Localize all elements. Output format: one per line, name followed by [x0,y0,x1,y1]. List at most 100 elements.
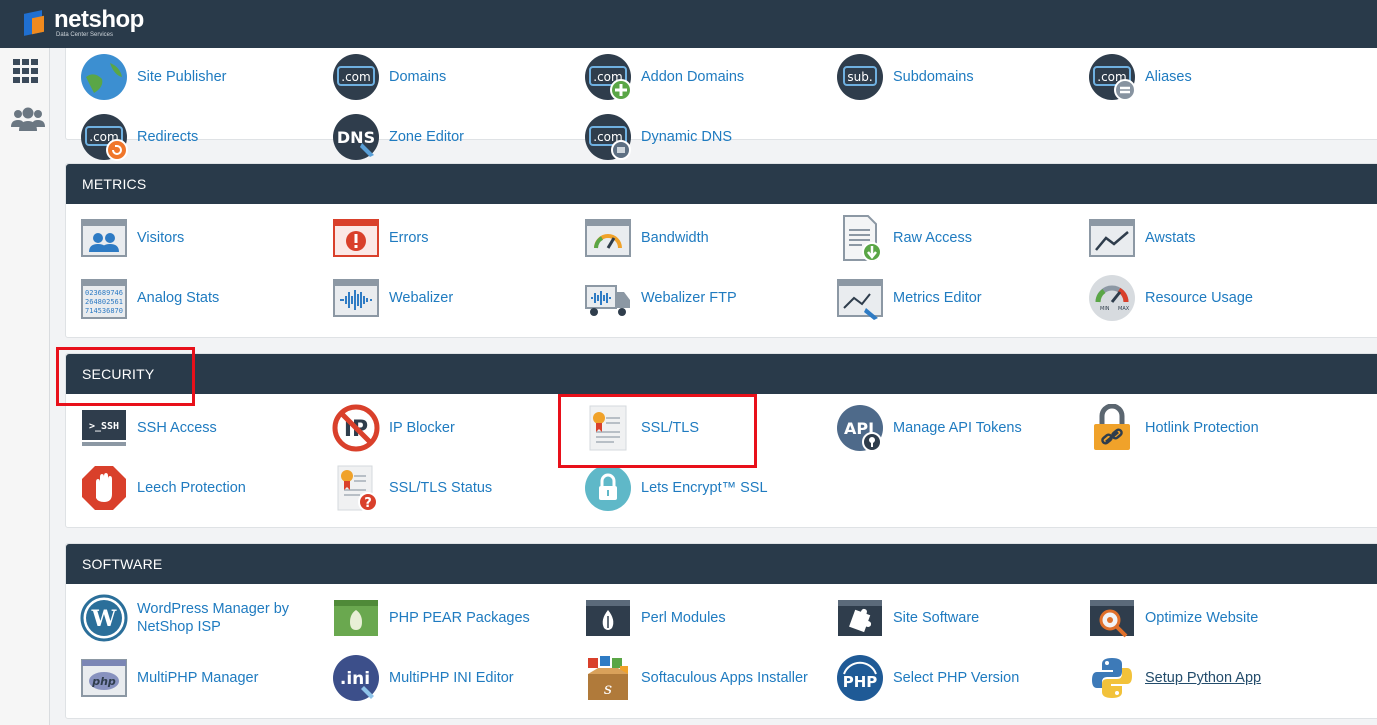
svg-text:sub.: sub. [847,70,872,84]
zone-editor-item[interactable]: DNS Zone Editor [332,112,464,162]
item-label: Site Software [893,610,980,626]
speedometer-icon: MIN MAX [1088,274,1136,322]
ssh-terminal-icon: >_SSH [80,404,128,452]
softaculous-box-icon: s [584,654,632,702]
visitors-item[interactable]: Visitors [80,213,184,263]
softaculous-item[interactable]: s Softaculous Apps Installer [584,653,808,703]
security-header[interactable]: SECURITY [66,354,1377,394]
item-label: Addon Domains [641,69,745,85]
api-key-icon: API [836,404,884,452]
item-label: Lets Encrypt™ SSL [641,480,768,496]
security-panel: SECURITY >_SSH SSH Access IP IP Blocker … [65,353,1377,528]
awstats-item[interactable]: Awstats [1088,213,1196,263]
item-label: Bandwidth [641,230,709,246]
php-pear-item[interactable]: PHP PEAR Packages [332,593,530,643]
item-label: Errors [389,230,429,246]
item-label: MultiPHP INI Editor [389,670,514,686]
dynamic-dns-item[interactable]: .com Dynamic DNS [584,112,732,162]
grid-icon[interactable] [10,56,42,86]
ssh-access-item[interactable]: >_SSH SSH Access [80,403,217,453]
select-php-version-item[interactable]: PHP Select PHP Version [836,653,1019,703]
wordpress-icon: W [80,594,128,642]
svg-text:W: W [91,606,117,632]
svg-text:MAX: MAX [1118,306,1130,312]
item-label: Zone Editor [389,129,464,145]
globe-icon [80,53,128,101]
padlock-link-icon [1088,404,1136,452]
analog-stats-icon: 023689746 264802561 714536870 [80,274,128,322]
netshop-logo[interactable]: netshop Data Center Services [24,8,144,38]
svg-text:264802561: 264802561 [85,298,123,306]
redirects-item[interactable]: .com Redirects [80,112,198,162]
puzzle-icon [836,594,884,642]
perl-onion-icon [584,594,632,642]
item-label: Analog Stats [137,290,220,306]
waveform-icon [332,274,380,322]
ssl-tls-status-item[interactable]: ? SSL/TLS Status [332,463,492,513]
users-icon[interactable] [10,105,45,135]
no-ip-icon: IP [332,404,380,452]
gauge-icon [584,214,632,262]
item-label: Manage API Tokens [893,420,1022,436]
domains-item[interactable]: .com Domains [332,52,446,102]
bandwidth-item[interactable]: Bandwidth [584,213,709,263]
dotcom-alias-icon: .com [1088,53,1136,101]
magnifier-gear-icon [1088,594,1136,642]
analog-stats-item[interactable]: 023689746 264802561 714536870 Analog Stats [80,273,219,323]
raw-access-item[interactable]: Raw Access [836,213,972,263]
item-label: Webalizer FTP [641,290,737,306]
dotcom-dynamic-icon: .com [584,113,632,161]
logo-mark-icon [24,8,50,36]
addon-domains-item[interactable]: .com Addon Domains [584,52,744,102]
brand-name: netshop [54,6,144,33]
multiphp-manager-item[interactable]: php MultiPHP Manager [80,653,258,703]
item-label: SSL/TLS Status [389,480,493,496]
multiphp-ini-editor-item[interactable]: .ini MultiPHP INI Editor [332,653,514,703]
stop-hand-icon [80,464,128,512]
ini-file-icon: .ini [332,654,380,702]
truck-waveform-icon [584,274,632,322]
hotlink-protection-item[interactable]: Hotlink Protection [1088,403,1259,453]
certificate-icon [584,404,632,452]
setup-python-app-item[interactable]: Setup Python App [1088,653,1261,703]
leech-protection-item[interactable]: Leech Protection [80,463,246,513]
aliases-item[interactable]: .com Aliases [1088,52,1192,102]
main-content: Site Publisher .com Domains .com Addon D… [50,28,1377,725]
site-publisher-item[interactable]: Site Publisher [80,52,226,102]
item-label: Awstats [1145,230,1196,246]
visitors-icon [80,214,128,262]
wordpress-manager-item[interactable]: W WordPress Manager by NetShop ISP [80,593,307,643]
software-header[interactable]: SOFTWARE [66,544,1377,584]
perl-modules-item[interactable]: Perl Modules [584,593,726,643]
item-label: Aliases [1145,69,1192,85]
item-label: Dynamic DNS [641,129,733,145]
site-software-item[interactable]: Site Software [836,593,979,643]
dotcom-icon: .com [332,53,380,101]
item-label: Domains [389,69,447,85]
resource-usage-item[interactable]: MIN MAX Resource Usage [1088,273,1253,323]
ssl-tls-item[interactable]: SSL/TLS [584,403,699,453]
ip-blocker-item[interactable]: IP IP Blocker [332,403,455,453]
lets-encrypt-item[interactable]: Lets Encrypt™ SSL [584,463,768,513]
item-label: Hotlink Protection [1145,420,1259,436]
software-panel: SOFTWARE W WordPress Manager by NetShop … [65,543,1377,719]
webalizer-item[interactable]: Webalizer [332,273,453,323]
metrics-editor-item[interactable]: Metrics Editor [836,273,982,323]
raw-access-icon [836,214,884,262]
dns-icon: DNS [332,113,380,161]
errors-item[interactable]: Errors [332,213,428,263]
metrics-header[interactable]: METRICS [66,164,1377,204]
subdomains-item[interactable]: sub. Subdomains [836,52,974,102]
webalizer-ftp-item[interactable]: Webalizer FTP [584,273,737,323]
dotcom-add-icon: .com [584,53,632,101]
item-label: Visitors [137,230,185,246]
item-label: PHP PEAR Packages [389,610,530,626]
item-label: Redirects [137,129,199,145]
item-label: Site Publisher [137,69,227,85]
item-label: SSL/TLS [641,420,700,436]
manage-api-tokens-item[interactable]: API Manage API Tokens [836,403,1022,453]
certificate-question-icon: ? [332,464,380,512]
item-label: Subdomains [893,69,974,85]
item-label: SSH Access [137,420,217,436]
optimize-website-item[interactable]: Optimize Website [1088,593,1258,643]
